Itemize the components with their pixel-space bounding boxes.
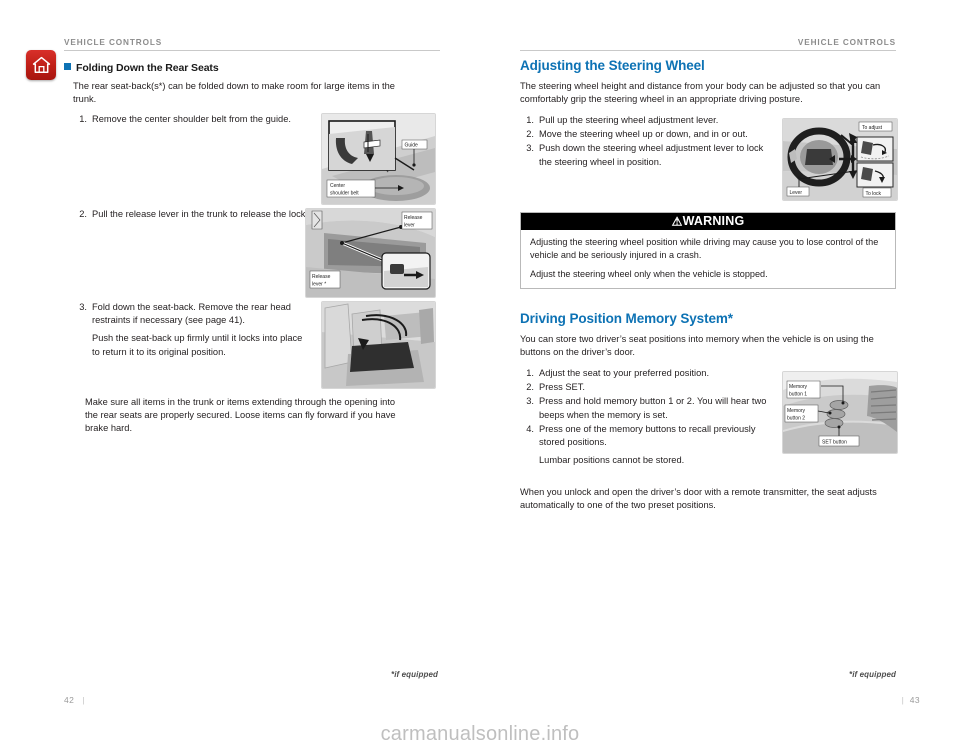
step-text: Press one of the memory buttons to recal… (539, 423, 756, 448)
warning-triangle-icon: ⚠ (671, 214, 683, 229)
list-item: 2. Pull the release lever in the trunk t… (73, 208, 308, 221)
if-equipped-note-left: *if equipped (391, 670, 438, 679)
running-head-right: VEHICLE CONTROLS (797, 38, 896, 47)
svg-text:SET button: SET button (822, 439, 847, 445)
bullet-square-icon (64, 63, 71, 70)
step-2-left: 2. Pull the release lever in the trunk t… (73, 208, 308, 222)
memory-step-4-sub-paragraph: Lumbar positions cannot be stored. (539, 455, 685, 466)
warning-box: ⚠WARNING Adjusting the steering wheel po… (520, 212, 896, 289)
step-number: 1. (526, 115, 534, 125)
svg-text:button 1: button 1 (789, 392, 807, 398)
intro-paragraph-left: The rear seat-back(s*) can be folded dow… (73, 81, 395, 105)
figure-memory-buttons: Memory button 1 Memory button 2 SET butt… (782, 371, 898, 454)
step-number: 4. (526, 423, 534, 434)
step-number: 1. (79, 114, 87, 124)
svg-text:shoulder belt: shoulder belt (330, 191, 359, 197)
svg-text:To lock: To lock (866, 191, 882, 197)
list-item: 3. Fold down the seat-back. Remove the r… (73, 301, 308, 327)
step-3-sub-paragraph: Push the seat-back up firmly until it lo… (92, 333, 303, 357)
heading-driving-position-memory: Driving Position Memory System* (520, 311, 733, 326)
list-item: 1. Pull up the steering wheel adjustment… (520, 114, 770, 127)
svg-text:Lever: Lever (790, 190, 803, 196)
svg-text:button 2: button 2 (787, 416, 805, 422)
step-text: Press SET. (539, 382, 585, 393)
step-text: Push down the steering wheel adjustment … (539, 143, 764, 167)
step-3-left: 3. Fold down the seat-back. Remove the r… (73, 301, 308, 359)
section-heading-folding: Folding Down the Rear Seats (64, 62, 219, 74)
folio-divider: | (901, 695, 910, 705)
folio-divider: | (77, 695, 86, 705)
svg-text:Release: Release (312, 274, 331, 280)
page-number-left: 42 | (64, 695, 85, 705)
step-number: 1. (526, 368, 534, 378)
warning-paragraph: Adjust the steering wheel only when the … (530, 269, 768, 280)
step-text: Adjust the seat to your preferred positi… (539, 368, 710, 378)
left-page: VEHICLE CONTROLS Folding Down the Rear S… (0, 0, 480, 750)
if-equipped-note-right: *if equipped (849, 670, 896, 679)
site-watermark: carmanualsonline.info (380, 723, 580, 745)
heading-adjusting-steering-wheel: Adjusting the Steering Wheel (520, 58, 705, 73)
home-icon[interactable] (26, 50, 56, 80)
page-number-right: | 43 (902, 695, 920, 705)
svg-text:Release: Release (404, 215, 423, 221)
step-number: 2. (79, 209, 87, 219)
warning-paragraph: Adjusting the steering wheel position wh… (530, 237, 879, 260)
svg-text:lever: lever (404, 223, 415, 229)
step-number: 2. (526, 129, 534, 140)
warning-bar: ⚠WARNING (521, 213, 895, 230)
steps-steering: 1. Pull up the steering wheel adjustment… (520, 114, 770, 170)
svg-text:Guide: Guide (405, 143, 419, 149)
list-item: 2. Press SET. (520, 381, 770, 394)
step-number: 3. (526, 396, 534, 407)
step-text: Press and hold memory button 1 or 2. You… (539, 396, 767, 420)
intro-paragraph-memory: You can store two driver’s seat position… (520, 334, 874, 358)
closing-note-left: Make sure all items in the trunk or item… (85, 397, 396, 434)
list-item: 2. Move the steering wheel up or down, a… (520, 128, 770, 141)
warning-title: WARNING (682, 214, 745, 228)
steps-memory: 1. Adjust the seat to your preferred pos… (520, 367, 770, 467)
list-item: 3. Push down the steering wheel adjustme… (520, 142, 770, 168)
header-rule-right (520, 50, 896, 51)
svg-text:To adjust: To adjust (862, 125, 883, 131)
list-item: 1. Remove the center shoulder belt from … (73, 113, 313, 126)
right-page: VEHICLE CONTROLS Adjusting the Steering … (480, 0, 960, 750)
svg-text:lever *: lever * (312, 282, 326, 288)
list-item: 4. Press one of the memory buttons to re… (520, 423, 770, 449)
step-text: Move the steering wheel up or down, and … (539, 129, 748, 140)
figure-fold-seat-back (321, 301, 436, 389)
closing-note-right: When you unlock and open the driver’s do… (520, 487, 877, 511)
svg-text:Memory: Memory (787, 408, 806, 414)
step-1-left: 1. Remove the center shoulder belt from … (73, 113, 313, 127)
list-item: 1. Adjust the seat to your preferred pos… (520, 367, 770, 380)
svg-text:Center: Center (330, 183, 345, 189)
step-number: 2. (526, 382, 534, 393)
step-text: Pull up the steering wheel adjustment le… (539, 115, 719, 125)
warning-body: Adjusting the steering wheel position wh… (521, 230, 895, 288)
page-number-left-value: 42 (64, 695, 75, 705)
step-number: 3. (526, 143, 534, 154)
step-number: 3. (79, 302, 87, 312)
running-head-left: VEHICLE CONTROLS (64, 38, 163, 47)
figure-steering-wheel-adjust: To adjust Lever To lock (782, 118, 898, 201)
figure-trunk-release-lever: Release lever Release lever * (305, 208, 436, 298)
intro-paragraph-steering: The steering wheel height and distance f… (520, 81, 881, 105)
svg-text:Memory: Memory (789, 384, 808, 390)
page-spread: VEHICLE CONTROLS Folding Down the Rear S… (0, 0, 960, 750)
figure-shoulder-belt-guide: Guide Center shoulder belt (321, 113, 436, 205)
section-heading-folding-label: Folding Down the Rear Seats (76, 62, 219, 74)
step-text: Pull the release lever in the trunk to r… (92, 209, 309, 219)
step-text: Remove the center shoulder belt from the… (92, 114, 291, 124)
header-rule-left (64, 50, 440, 51)
page-number-right-value: 43 (909, 695, 920, 705)
list-item: 3. Press and hold memory button 1 or 2. … (520, 395, 770, 421)
step-text: Fold down the seat-back. Remove the rear… (92, 302, 291, 326)
